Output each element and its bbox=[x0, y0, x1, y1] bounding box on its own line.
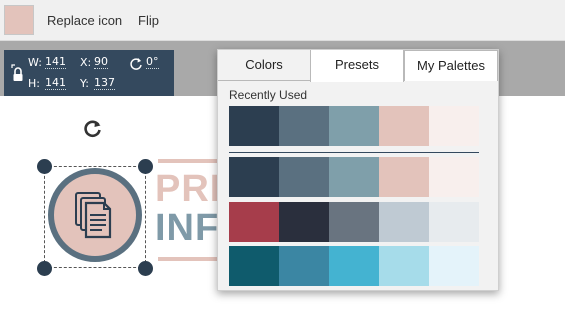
color-swatch[interactable] bbox=[379, 246, 429, 286]
color-swatch[interactable] bbox=[329, 106, 379, 146]
rotate-handle-icon[interactable] bbox=[82, 117, 104, 139]
flip-button[interactable]: Flip bbox=[138, 13, 159, 28]
width-field[interactable]: 141 bbox=[45, 56, 66, 69]
color-swatch[interactable] bbox=[429, 157, 479, 197]
palette-divider bbox=[229, 152, 479, 153]
preset-palette[interactable] bbox=[229, 246, 479, 286]
color-swatch[interactable] bbox=[329, 246, 379, 286]
replace-icon-button[interactable]: Replace icon bbox=[47, 13, 122, 28]
color-swatch[interactable] bbox=[279, 246, 329, 286]
color-swatch[interactable] bbox=[279, 202, 329, 242]
logo-accent-bar-bottom bbox=[158, 257, 220, 261]
color-swatch[interactable] bbox=[379, 106, 429, 146]
color-swatch[interactable] bbox=[229, 202, 279, 242]
color-swatch[interactable] bbox=[279, 157, 329, 197]
color-swatch[interactable] bbox=[279, 106, 329, 146]
x-field[interactable]: 90 bbox=[94, 56, 108, 69]
color-swatch[interactable] bbox=[429, 106, 479, 146]
height-field[interactable]: 141 bbox=[45, 77, 66, 90]
color-swatch[interactable] bbox=[379, 157, 429, 197]
color-swatch[interactable] bbox=[329, 202, 379, 242]
selection-box bbox=[44, 166, 146, 268]
tab-presets[interactable]: Presets bbox=[310, 50, 404, 82]
color-dropdown: Colors Presets My Palettes Recently Used bbox=[217, 49, 499, 291]
preset-palette[interactable] bbox=[229, 157, 479, 197]
recently-used-label: Recently Used bbox=[229, 88, 308, 102]
color-swatch[interactable] bbox=[229, 246, 279, 286]
tab-my-palettes[interactable]: My Palettes bbox=[404, 50, 498, 81]
color-swatch[interactable] bbox=[379, 202, 429, 242]
color-swatch[interactable] bbox=[229, 157, 279, 197]
rotation-field[interactable]: 0° bbox=[146, 56, 159, 69]
color-swatch[interactable] bbox=[329, 157, 379, 197]
tab-colors[interactable]: Colors bbox=[218, 50, 310, 81]
x-label: X: bbox=[80, 56, 92, 69]
logo-accent-bar bbox=[158, 159, 220, 163]
color-swatch[interactable] bbox=[429, 202, 479, 242]
resize-handle-bottom-right[interactable] bbox=[138, 261, 153, 276]
width-label: W: bbox=[28, 56, 42, 69]
lock-icon[interactable] bbox=[11, 64, 25, 82]
toolbar: Replace icon Flip bbox=[0, 0, 565, 41]
y-label: Y: bbox=[80, 77, 89, 90]
resize-handle-top-left[interactable] bbox=[37, 159, 52, 174]
color-swatch-button[interactable] bbox=[4, 5, 34, 35]
y-field[interactable]: 137 bbox=[94, 77, 115, 90]
resize-handle-top-right[interactable] bbox=[138, 159, 153, 174]
recent-palette[interactable] bbox=[229, 106, 479, 146]
geometry-panel: W: 141 X: 90 0° H: 141 Y: 137 bbox=[4, 50, 174, 96]
color-tabs: Colors Presets My Palettes bbox=[218, 50, 498, 82]
color-swatch[interactable] bbox=[229, 106, 279, 146]
rotate-icon bbox=[130, 58, 142, 70]
color-swatch[interactable] bbox=[429, 246, 479, 286]
height-label: H: bbox=[28, 77, 40, 90]
logo-line-2: INF bbox=[155, 207, 220, 249]
resize-handle-bottom-left[interactable] bbox=[37, 261, 52, 276]
preset-palette[interactable] bbox=[229, 202, 479, 242]
